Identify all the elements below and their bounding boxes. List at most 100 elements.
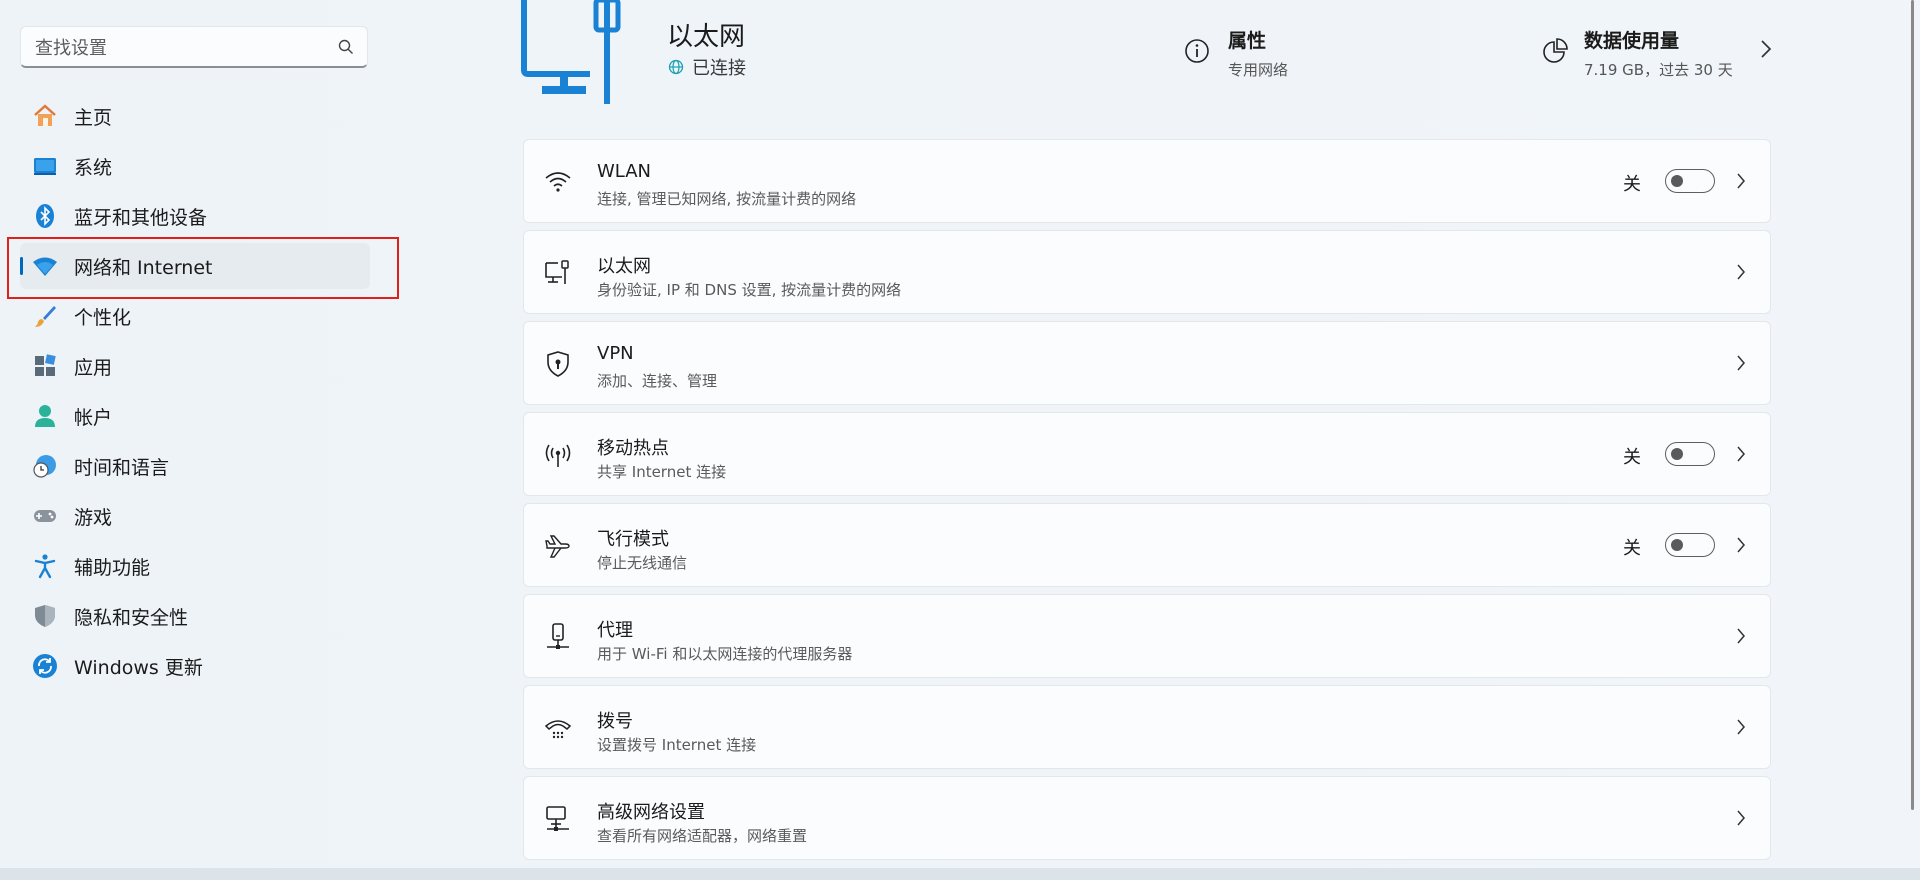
- settings-window: 主页 系统 蓝牙和其他设备 网络和 Internet 个性化: [0, 0, 1920, 880]
- chevron-right-icon: [1737, 446, 1745, 462]
- card-subtitle: 共享 Internet 连接: [597, 463, 727, 481]
- settings-card-list: WLAN 连接, 管理已知网络, 按流量计费的网络 关 以太网 身份验证, IP…: [523, 139, 1771, 867]
- sidebar-item-privacy[interactable]: 隐私和安全性: [20, 593, 370, 639]
- card-title: 移动热点: [597, 438, 669, 459]
- sidebar-item-time-language[interactable]: 时间和语言: [20, 443, 370, 489]
- card-proxy[interactable]: 代理 用于 Wi-Fi 和以太网连接的代理服务器: [523, 594, 1771, 678]
- hotspot-icon: [545, 444, 571, 467]
- card-subtitle: 身份验证, IP 和 DNS 设置, 按流量计费的网络: [597, 281, 902, 299]
- sidebar-item-gaming[interactable]: 游戏: [20, 493, 370, 539]
- sidebar-item-label: Windows 更新: [74, 656, 203, 679]
- sidebar-item-windows-update[interactable]: Windows 更新: [20, 643, 370, 689]
- card-subtitle: 停止无线通信: [597, 554, 688, 572]
- airplane-mode-toggle[interactable]: [1665, 533, 1715, 557]
- vertical-scrollbar[interactable]: [1911, 0, 1914, 810]
- account-icon: [32, 403, 58, 429]
- chevron-right-icon: [1737, 719, 1745, 735]
- search-input[interactable]: [33, 35, 327, 61]
- search-box[interactable]: [20, 26, 368, 68]
- info-icon: [1185, 39, 1209, 63]
- sidebar-item-accessibility[interactable]: 辅助功能: [20, 543, 370, 589]
- hotspot-toggle[interactable]: [1665, 442, 1715, 466]
- card-subtitle: 添加、连接、管理: [597, 372, 718, 390]
- chevron-right-icon: [1737, 264, 1745, 280]
- shield-icon: [32, 603, 58, 629]
- card-title: WLAN: [597, 161, 652, 182]
- globe-icon: [668, 59, 684, 75]
- chevron-right-icon: [1737, 173, 1745, 189]
- sidebar-item-label: 系统: [74, 156, 113, 179]
- chevron-right-icon: [1737, 355, 1745, 371]
- card-title: VPN: [597, 343, 634, 364]
- sidebar-item-label: 帐户: [74, 406, 113, 429]
- gamepad-icon: [32, 503, 58, 529]
- chevron-right-icon: [1737, 810, 1745, 826]
- card-dialup[interactable]: 拨号 设置拨号 Internet 连接: [523, 685, 1771, 769]
- connection-status: 已连接: [668, 54, 746, 80]
- card-vpn[interactable]: VPN 添加、连接、管理: [523, 321, 1771, 405]
- ethernet-large-icon: [521, 0, 621, 104]
- sidebar-item-personalization[interactable]: 个性化: [20, 293, 370, 339]
- card-title: 飞行模式: [597, 529, 669, 550]
- sidebar-item-accounts[interactable]: 帐户: [20, 393, 370, 439]
- sidebar-item-label: 隐私和安全性: [74, 606, 189, 629]
- pie-chart-icon: [1543, 38, 1568, 63]
- sidebar-item-label: 蓝牙和其他设备: [74, 206, 208, 229]
- sidebar-item-label: 应用: [74, 356, 113, 379]
- card-subtitle: 连接, 管理已知网络, 按流量计费的网络: [597, 190, 857, 208]
- chevron-right-icon: [1737, 537, 1745, 553]
- toggle-state-label: 关: [1623, 538, 1641, 559]
- card-advanced-network[interactable]: 高级网络设置 查看所有网络适配器，网络重置: [523, 776, 1771, 860]
- toggle-knob: [1671, 175, 1683, 187]
- chevron-right-icon: [1737, 628, 1745, 644]
- card-title: 拨号: [597, 711, 633, 732]
- page-title: 以太网: [667, 22, 746, 52]
- card-subtitle: 查看所有网络适配器，网络重置: [597, 827, 808, 845]
- ethernet-icon: [545, 260, 569, 284]
- wlan-toggle[interactable]: [1665, 169, 1715, 193]
- toggle-knob: [1671, 539, 1683, 551]
- sidebar-item-system[interactable]: 系统: [20, 143, 370, 189]
- card-subtitle: 用于 Wi-Fi 和以太网连接的代理服务器: [597, 645, 853, 663]
- sidebar-item-apps[interactable]: 应用: [20, 343, 370, 389]
- card-wlan[interactable]: WLAN 连接, 管理已知网络, 按流量计费的网络 关: [523, 139, 1771, 223]
- home-icon: [32, 103, 58, 129]
- toggle-state-label: 关: [1623, 447, 1641, 468]
- card-mobile-hotspot[interactable]: 移动热点 共享 Internet 连接 关: [523, 412, 1771, 496]
- selection-highlight-box: [7, 237, 399, 299]
- properties-subtitle: 专用网络: [1228, 61, 1289, 79]
- data-usage-title: 数据使用量: [1584, 30, 1680, 52]
- brush-icon: [32, 303, 58, 329]
- system-icon: [32, 153, 58, 179]
- card-title: 代理: [597, 620, 633, 641]
- taskbar-edge: [0, 868, 1920, 880]
- airplane-icon: [545, 535, 570, 558]
- clock-globe-icon: [32, 453, 58, 479]
- card-subtitle: 设置拨号 Internet 连接: [597, 736, 757, 754]
- sidebar-item-label: 时间和语言: [74, 456, 170, 479]
- update-icon: [32, 653, 58, 679]
- chevron-right-icon: [1761, 40, 1771, 58]
- apps-icon: [32, 353, 58, 379]
- properties-title: 属性: [1228, 30, 1267, 52]
- card-title: 以太网: [597, 256, 651, 277]
- status-text: 已连接: [692, 58, 746, 79]
- wlan-icon: [545, 172, 571, 192]
- advanced-network-icon: [546, 806, 569, 831]
- accessibility-icon: [32, 553, 58, 579]
- bluetooth-icon: [32, 203, 58, 229]
- dialup-icon: [544, 720, 572, 739]
- sidebar-item-home[interactable]: 主页: [20, 93, 370, 139]
- search-icon[interactable]: [337, 38, 355, 56]
- sidebar-nav: 主页 系统 蓝牙和其他设备 网络和 Internet 个性化 应用 帐户 时间和…: [20, 93, 370, 693]
- toggle-state-label: 关: [1623, 174, 1641, 195]
- sidebar-item-bluetooth[interactable]: 蓝牙和其他设备: [20, 193, 370, 239]
- toggle-knob: [1671, 448, 1683, 460]
- properties-link[interactable]: 属性 专用网络: [1182, 26, 1288, 80]
- data-usage-link[interactable]: 数据使用量 7.19 GB，过去 30 天: [1540, 26, 1773, 80]
- card-airplane-mode[interactable]: 飞行模式 停止无线通信 关: [523, 503, 1771, 587]
- card-ethernet[interactable]: 以太网 身份验证, IP 和 DNS 设置, 按流量计费的网络: [523, 230, 1771, 314]
- sidebar-item-label: 游戏: [74, 506, 113, 529]
- sidebar-item-label: 辅助功能: [74, 556, 151, 579]
- proxy-icon: [547, 623, 569, 649]
